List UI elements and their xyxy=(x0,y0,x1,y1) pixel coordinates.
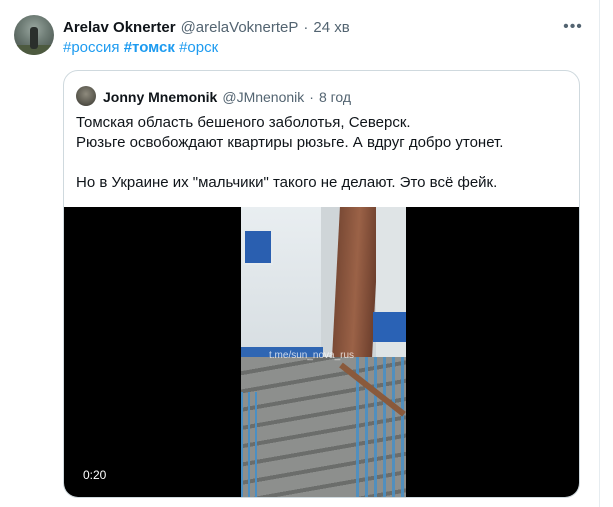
video-duration: 0:20 xyxy=(79,467,111,483)
avatar-figure xyxy=(30,27,38,49)
author-handle[interactable]: @arelaVoknerteP xyxy=(181,19,299,36)
tweet-time[interactable]: 24 хв xyxy=(313,19,349,36)
author-avatar[interactable] xyxy=(14,15,54,55)
quoted-header: Jonny Mnemonik @JMnenonik · 8 год xyxy=(103,87,351,107)
quoted-line-1: Томская область бешеного заболотья, Севе… xyxy=(76,114,411,131)
more-dots-icon[interactable]: ••• xyxy=(563,17,583,37)
video-left-railing xyxy=(241,392,259,497)
time-separator: · xyxy=(303,18,309,36)
quoted-author-handle[interactable]: @JMnenonik xyxy=(222,89,304,105)
video-right-wall xyxy=(376,207,406,367)
quoted-author-avatar[interactable] xyxy=(76,86,96,106)
quoted-tweet[interactable]: Jonny Mnemonik @JMnenonik · 8 год Томска… xyxy=(63,70,580,498)
tweet-card[interactable]: Arelav Oknerter @arelaVoknerteP · 24 хв … xyxy=(0,0,600,507)
quoted-text: Томская область бешеного заболотья, Севе… xyxy=(76,113,571,193)
video-frame: t.me/sun_nova_rus xyxy=(241,207,406,497)
hashtag-tomsk[interactable]: #томск xyxy=(124,39,175,56)
author-name[interactable]: Arelav Oknerter xyxy=(63,19,176,36)
quoted-time[interactable]: 8 год xyxy=(319,89,351,105)
video-player[interactable]: t.me/sun_nova_rus 0:20 xyxy=(64,207,579,497)
quoted-line-2: Рюзьге освобождают квартиры рюзьге. А вд… xyxy=(76,134,504,151)
tweet-header: Arelav Oknerter @arelaVoknerteP · 24 хв xyxy=(63,17,350,37)
video-window xyxy=(243,229,273,265)
quoted-time-separator: · xyxy=(309,89,314,105)
hashtag-line: #россия #томск #орск xyxy=(63,39,218,56)
quoted-author-name[interactable]: Jonny Mnemonik xyxy=(103,89,217,105)
hashtag-orsk[interactable]: #орск xyxy=(179,39,218,56)
quoted-line-3: Но в Украине их "мальчики" такого не дел… xyxy=(76,174,498,191)
video-right-stripe xyxy=(373,312,406,342)
video-watermark: t.me/sun_nova_rus xyxy=(269,350,355,361)
hashtag-russia[interactable]: #россия xyxy=(63,39,120,56)
